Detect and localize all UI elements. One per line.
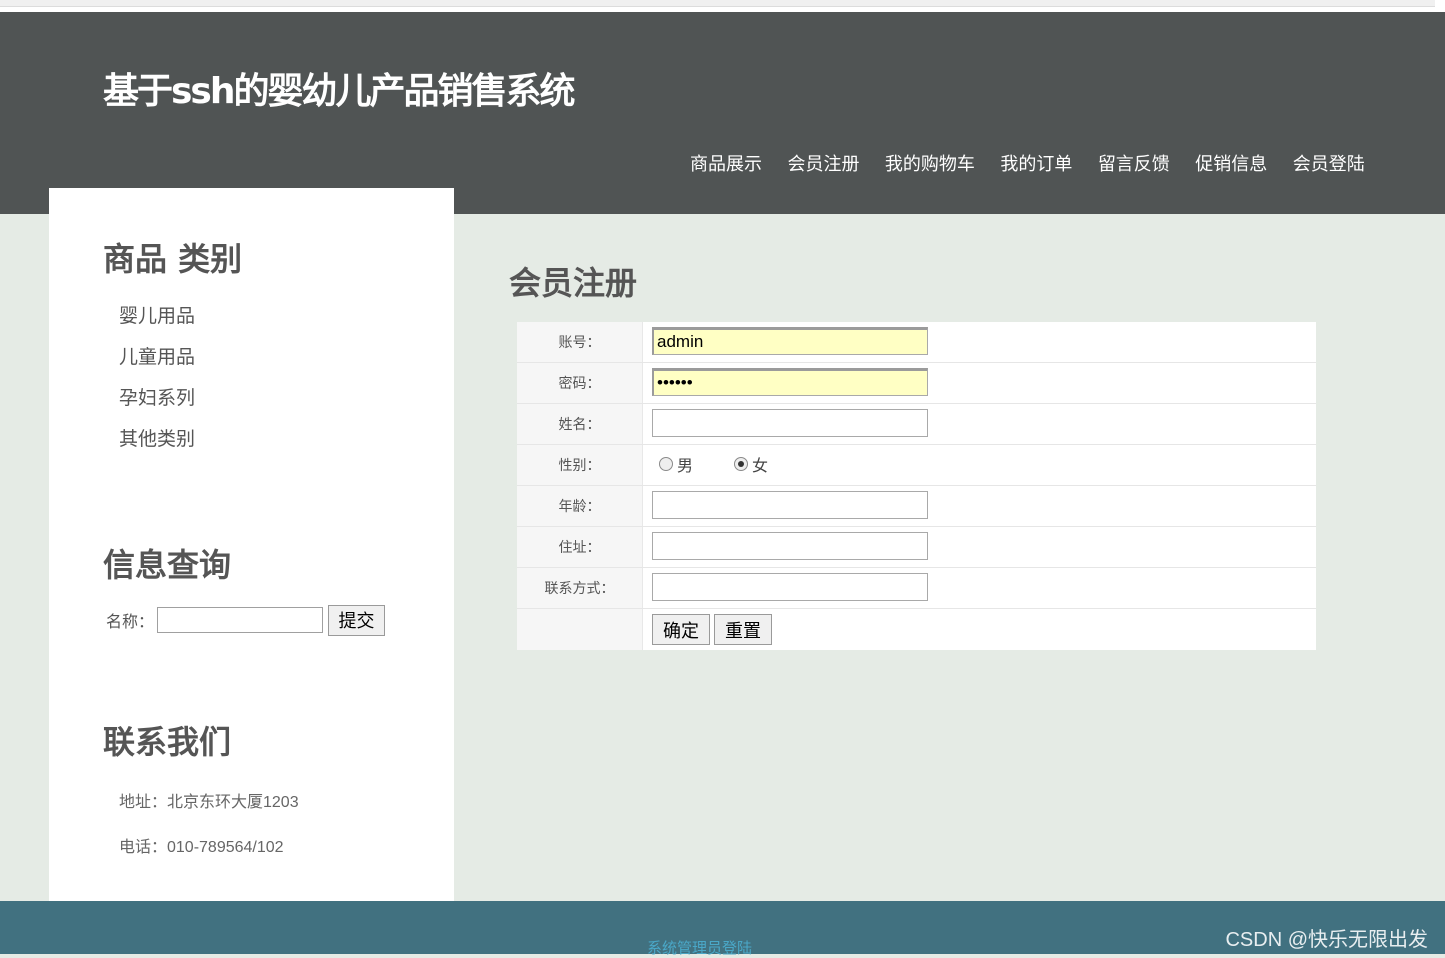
gender-male-option[interactable]: 男 [652, 452, 693, 476]
name-input[interactable] [652, 409, 928, 437]
watermark: CSDN @快乐无限出发 [1225, 929, 1428, 951]
age-label: 年龄： [517, 486, 643, 526]
password-label: 密码： [517, 363, 643, 403]
name-label: 姓名： [517, 404, 643, 444]
account-label: 账号： [517, 322, 643, 362]
gender-female-option[interactable]: 女 [727, 452, 768, 476]
address-input[interactable] [652, 532, 928, 560]
contact-address: 地址：北京东环大厦1203 [119, 794, 299, 811]
nav-promotions[interactable]: 促销信息 [1195, 150, 1267, 176]
scroll-track [0, 0, 1435, 7]
category-item-other[interactable]: 其他类别 [119, 424, 195, 465]
gender-male-radio[interactable] [659, 457, 673, 471]
address-label: 住址： [517, 527, 643, 567]
contact-heading: 联系我们 [103, 723, 232, 761]
site-header: 基于ssh的婴幼儿产品销售系统 商品展示 会员注册 我的购物车 我的订单 留言反… [0, 12, 1445, 214]
main-nav: 商品展示 会员注册 我的购物车 我的订单 留言反馈 促销信息 会员登陆 [690, 150, 1386, 174]
category-item-baby[interactable]: 婴儿用品 [119, 301, 195, 342]
register-form: 账号： 密码： 姓名： 性别： 男 女 年龄： 住址： [517, 322, 1316, 650]
reset-button[interactable]: 重置 [714, 614, 772, 645]
query-name-input[interactable] [157, 607, 324, 633]
contact-phone: 电话：010-789564/102 [119, 839, 284, 856]
form-row-address: 住址： [517, 527, 1316, 568]
form-row-contact: 联系方式： [517, 568, 1316, 609]
browser-top-strip [0, 0, 1445, 12]
gender-female-radio[interactable] [734, 457, 749, 471]
form-row-name: 姓名： [517, 404, 1316, 445]
site-footer: 系统管理员登陆 CSDN @快乐无限出发 [0, 901, 1445, 957]
nav-login[interactable]: 会员登陆 [1293, 150, 1365, 176]
gender-label: 性别： [517, 445, 643, 485]
gender-radio-group: 男 女 [652, 450, 802, 478]
form-row-actions: 确定 重置 [517, 609, 1316, 650]
category-list: 婴儿用品 儿童用品 孕妇系列 其他类别 [119, 301, 195, 465]
nav-register[interactable]: 会员注册 [787, 150, 859, 176]
admin-login-link[interactable]: 系统管理员登陆 [647, 937, 752, 958]
form-row-gender: 性别： 男 女 [517, 445, 1316, 486]
account-input[interactable] [652, 327, 928, 355]
form-row-age: 年龄： [517, 486, 1316, 527]
sidebar: 商品 类别 婴儿用品 儿童用品 孕妇系列 其他类别 信息查询 名称： 提交 联系… [49, 188, 454, 901]
contact-method-input[interactable] [652, 573, 928, 601]
age-input[interactable] [652, 491, 928, 519]
category-heading: 商品 类别 [103, 240, 243, 278]
gender-male-label: 男 [677, 458, 694, 475]
gender-female-label: 女 [752, 458, 769, 475]
category-item-maternity[interactable]: 孕妇系列 [119, 383, 195, 424]
contact-method-label: 联系方式： [517, 568, 643, 608]
password-input[interactable] [652, 368, 928, 396]
query-submit-button[interactable]: 提交 [328, 604, 386, 636]
query-label: 名称： [106, 614, 155, 631]
form-row-account: 账号： [517, 322, 1316, 363]
nav-orders[interactable]: 我的订单 [1000, 150, 1072, 176]
actions-label-cell [517, 609, 643, 650]
nav-feedback[interactable]: 留言反馈 [1098, 150, 1170, 176]
nav-cart[interactable]: 我的购物车 [885, 150, 975, 176]
category-item-children[interactable]: 儿童用品 [119, 342, 195, 383]
nav-products[interactable]: 商品展示 [690, 150, 762, 176]
confirm-button[interactable]: 确定 [652, 614, 710, 645]
page-title: 会员注册 [509, 264, 638, 302]
query-heading: 信息查询 [103, 546, 232, 584]
site-title: 基于ssh的婴幼儿产品销售系统 [103, 71, 575, 112]
form-row-password: 密码： [517, 363, 1316, 404]
query-form: 名称： 提交 [106, 604, 386, 636]
